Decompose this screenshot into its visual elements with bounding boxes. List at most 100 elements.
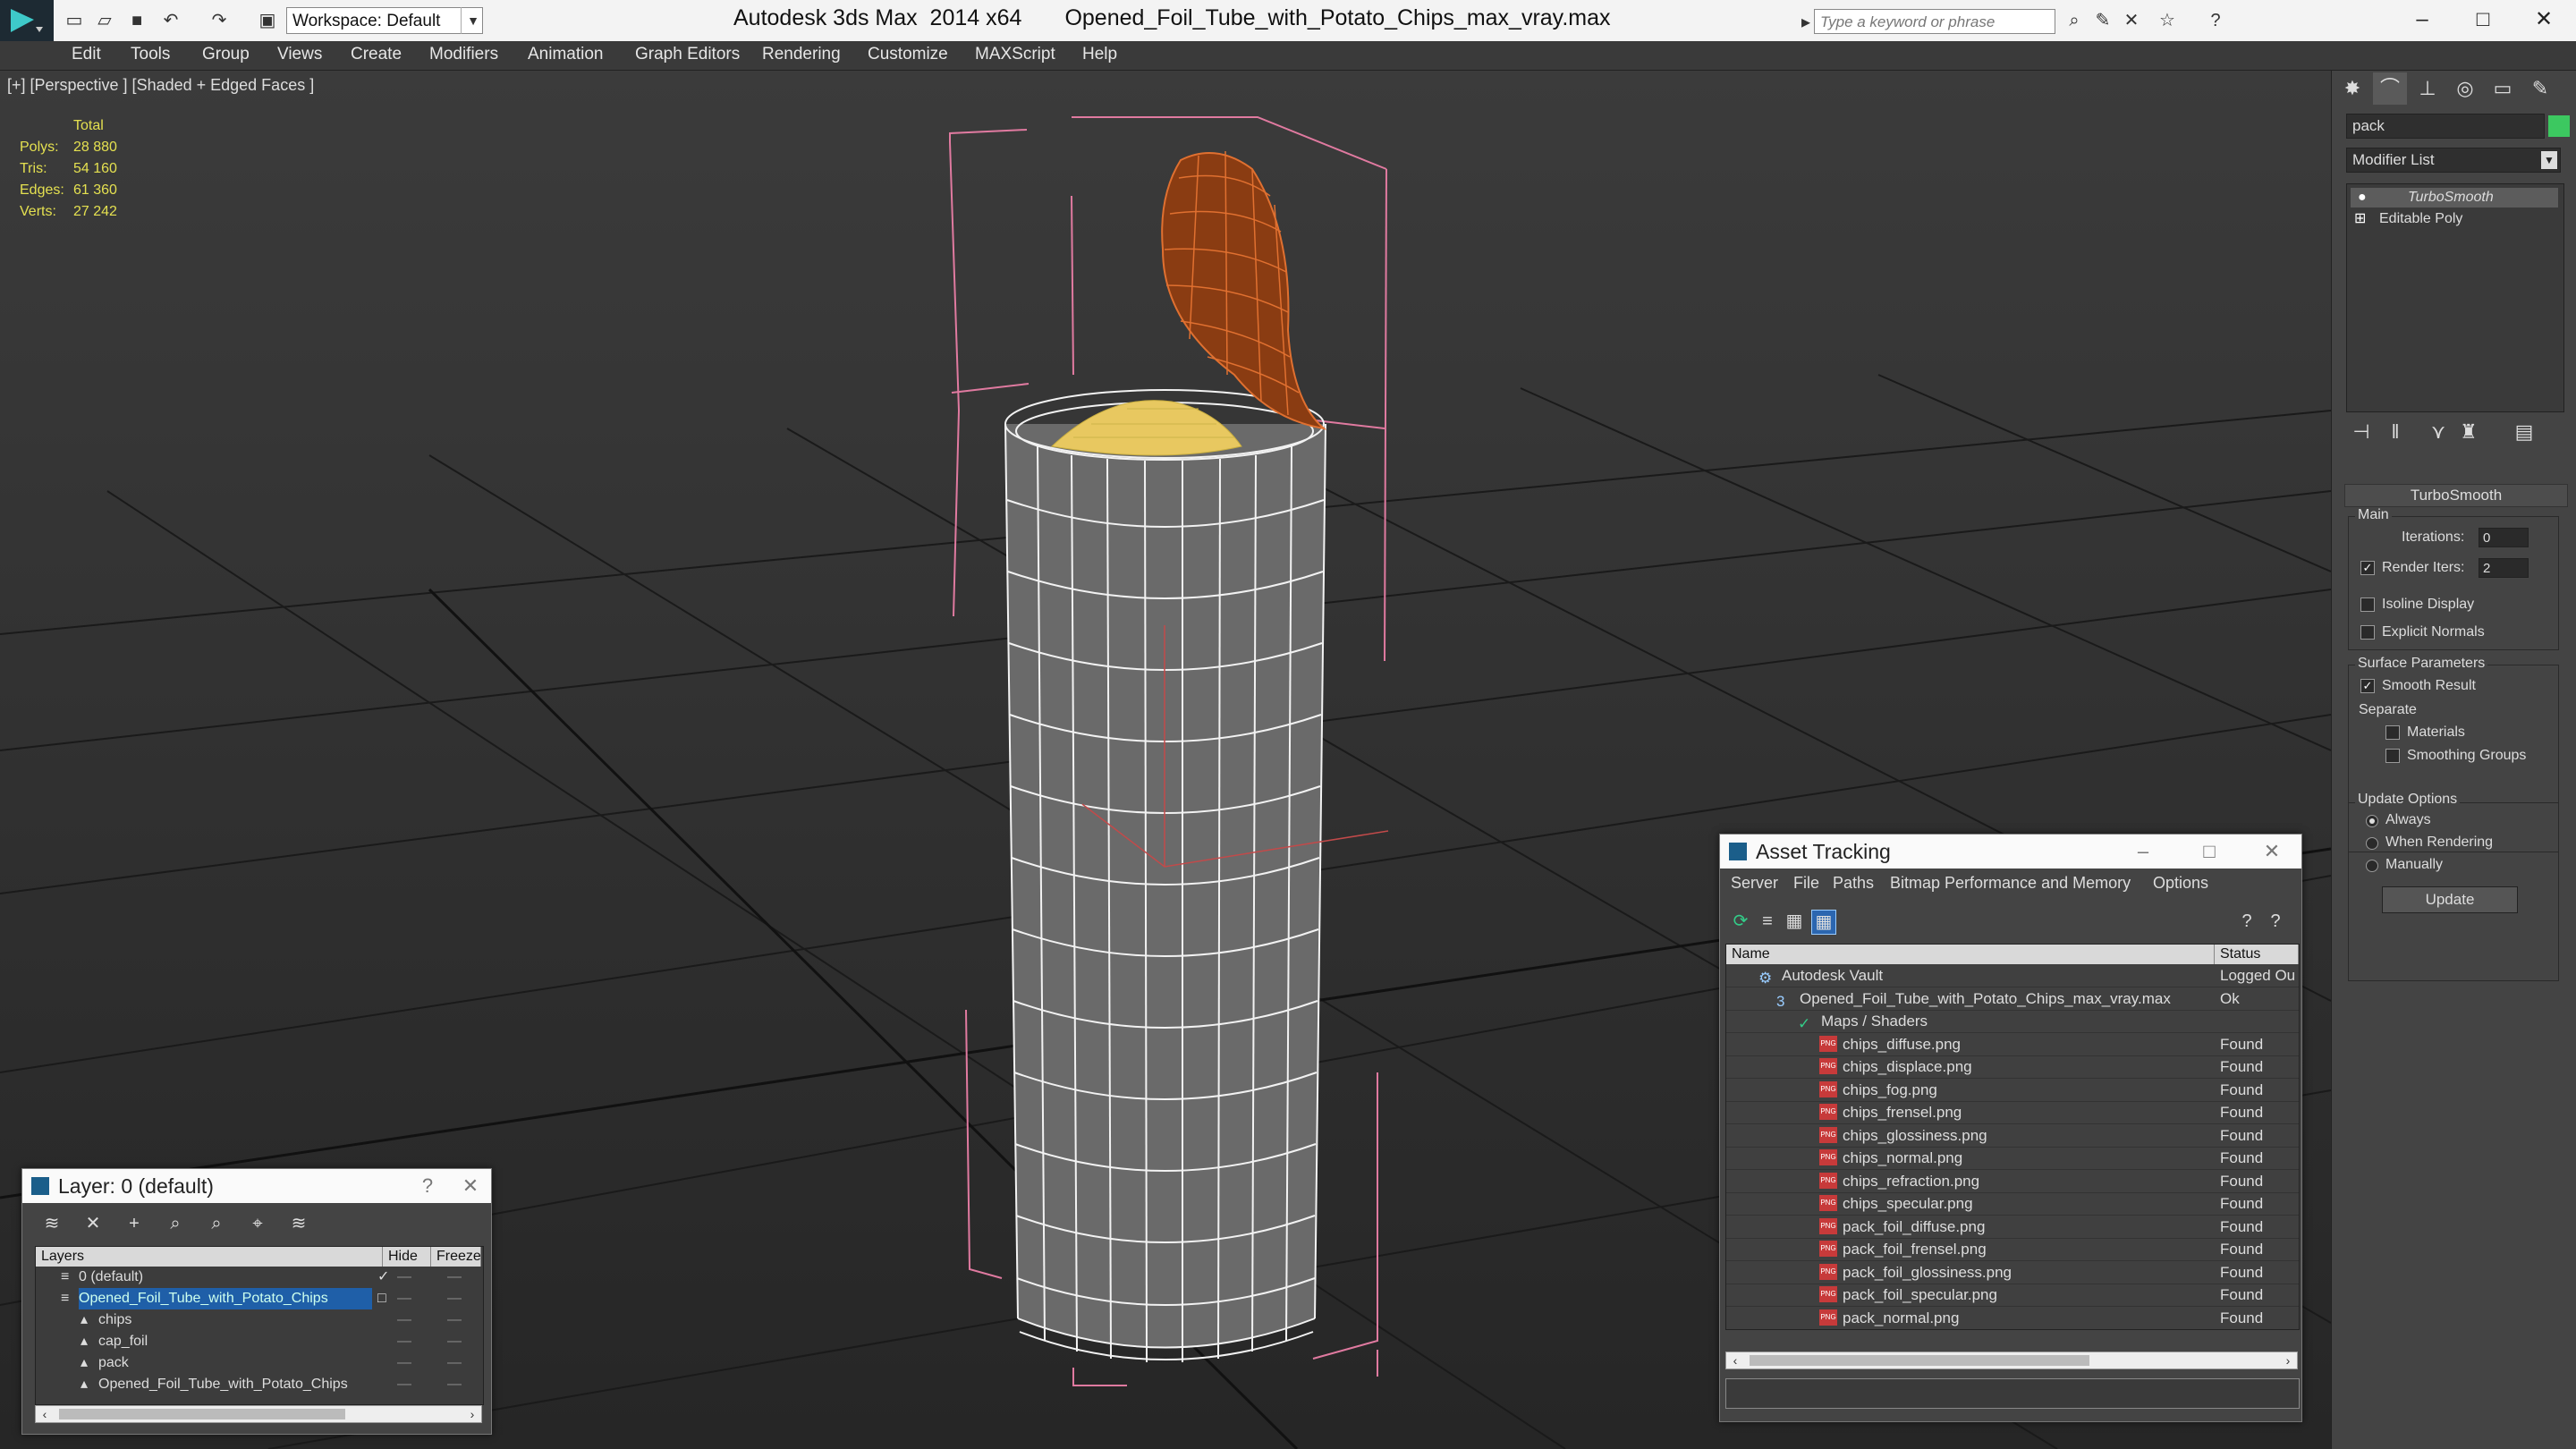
hierarchy-tab-icon[interactable]: ⊥ (2411, 72, 2445, 105)
help-icon[interactable]: ? (2235, 910, 2258, 933)
maximize-icon[interactable]: □ (2192, 835, 2226, 869)
menu-maxscript[interactable]: MAXScript (975, 45, 1055, 64)
layer-row[interactable]: ≡ 0 (default) — — ✓ (36, 1267, 481, 1288)
layer-row[interactable]: ▴ pack — — (36, 1352, 481, 1374)
col-hide[interactable]: Hide (383, 1247, 431, 1267)
asset-menu-file[interactable]: File (1793, 869, 1819, 897)
layer-row[interactable]: ▴ Opened_Foil_Tube_with_Potato_Chips — — (36, 1374, 481, 1395)
redo-icon[interactable]: ↷ (208, 9, 231, 32)
modify-tab-icon[interactable]: ⌒ (2373, 72, 2407, 105)
viewport-label[interactable]: [+] [Perspective ] [Shaded + Edged Faces… (7, 76, 314, 95)
hide-toggle[interactable]: — (397, 1352, 411, 1374)
minimize-icon[interactable]: – (2126, 835, 2160, 869)
info-icon[interactable]: ? (2264, 910, 2287, 933)
close-icon[interactable]: ✕ (2255, 835, 2289, 869)
menu-rendering[interactable]: Rendering (762, 45, 841, 64)
asset-row[interactable]: ✓ Maps / Shaders (1726, 1010, 2299, 1033)
update-button[interactable]: Update (2382, 886, 2518, 913)
asset-row[interactable]: PNG pack_foil_glossiness.png Found (1726, 1261, 2299, 1284)
asset-row[interactable]: PNG chips_specular.png Found (1726, 1192, 2299, 1216)
asset-row[interactable]: 3 Opened_Foil_Tube_with_Potato_Chips_max_… (1726, 987, 2299, 1011)
freeze-toggle[interactable]: — (447, 1288, 462, 1309)
highlight-layer-icon[interactable]: ⌖ (246, 1212, 269, 1235)
select-layer-icon[interactable]: ⌕ (205, 1212, 228, 1235)
asset-row[interactable]: PNG chips_normal.png Found (1726, 1147, 2299, 1170)
menu-graph-editors[interactable]: Graph Editors (635, 45, 740, 64)
iterations-spinner[interactable]: 0 (2479, 528, 2529, 547)
col-freeze[interactable]: Freeze (431, 1247, 481, 1267)
chevron-down-icon[interactable]: ▼ (461, 7, 485, 34)
make-current-box-icon[interactable]: □ (377, 1288, 386, 1309)
close-icon[interactable]: ✕ (2519, 4, 2569, 36)
list-view-icon[interactable]: ≡ (1756, 910, 1779, 933)
manually-radio[interactable] (2366, 860, 2378, 872)
freeze-toggle[interactable]: — (447, 1374, 462, 1395)
asset-menu-server[interactable]: Server (1731, 869, 1778, 897)
layer-row[interactable]: ▴ cap_foil — — (36, 1331, 481, 1352)
new-file-icon[interactable]: ▭ (63, 9, 86, 32)
save-file-icon[interactable]: ■ (125, 9, 148, 32)
freeze-toggle[interactable]: — (447, 1267, 462, 1288)
freeze-toggle[interactable]: — (447, 1331, 462, 1352)
scroll-left-icon[interactable]: ‹ (36, 1406, 54, 1422)
scroll-thumb[interactable] (59, 1409, 345, 1419)
scroll-right-icon[interactable]: › (463, 1406, 481, 1422)
render-iters-checkbox[interactable]: ✓ (2360, 561, 2375, 575)
render-iters-spinner[interactable]: 2 (2479, 558, 2529, 578)
asset-row[interactable]: PNG chips_diffuse.png Found (1726, 1033, 2299, 1056)
asset-row[interactable]: PNG chips_refraction.png Found (1726, 1170, 2299, 1193)
always-radio[interactable] (2366, 815, 2378, 827)
communication-icon[interactable]: ✕ (2120, 9, 2143, 32)
select-objects-icon[interactable]: ⌕ (164, 1212, 187, 1235)
asset-row[interactable]: PNG chips_displace.png Found (1726, 1055, 2299, 1079)
subscription-icon[interactable]: ✎ (2091, 9, 2114, 32)
layer-settings-icon[interactable]: ≋ (40, 1212, 64, 1235)
minimize-icon[interactable]: – (2397, 4, 2447, 36)
asset-path-field[interactable] (1725, 1378, 2300, 1409)
current-layer-check-icon[interactable]: ✓ (377, 1267, 389, 1288)
col-layers[interactable]: Layers (36, 1247, 383, 1267)
smooth-result-checkbox[interactable]: ✓ (2360, 679, 2375, 693)
hide-toggle[interactable]: — (397, 1288, 411, 1309)
expand-plus-icon[interactable]: ⊞ (2354, 209, 2366, 229)
asset-row[interactable]: PNG pack_foil_frensel.png Found (1726, 1238, 2299, 1261)
create-tab-icon[interactable]: ✸ (2335, 72, 2369, 105)
menu-customize[interactable]: Customize (868, 45, 948, 64)
freeze-toggle[interactable]: — (447, 1352, 462, 1374)
show-end-result-icon[interactable]: ‖ (2378, 416, 2412, 448)
asset-row[interactable]: PNG pack_foil_diffuse.png Found (1726, 1216, 2299, 1239)
asset-row[interactable]: PNG pack_normal.png Found (1726, 1307, 2299, 1329)
menu-views[interactable]: Views (277, 45, 322, 64)
maximize-icon[interactable]: □ (2458, 4, 2508, 36)
layer-window-titlebar[interactable]: Layer: 0 (default) ? ✕ (22, 1169, 491, 1203)
motion-tab-icon[interactable]: ◎ (2448, 72, 2482, 105)
pin-stack-icon[interactable]: ⊣ (2344, 416, 2378, 448)
asset-row[interactable]: PNG chips_frensel.png Found (1726, 1101, 2299, 1124)
hide-toggle[interactable]: — (397, 1374, 411, 1395)
explicit-normals-checkbox[interactable] (2360, 625, 2375, 640)
menu-edit[interactable]: Edit (72, 45, 101, 64)
menu-modifiers[interactable]: Modifiers (429, 45, 498, 64)
object-name-input[interactable]: pack (2346, 114, 2545, 139)
scroll-right-icon[interactable]: › (2279, 1352, 2297, 1368)
menu-create[interactable]: Create (351, 45, 402, 64)
asset-row[interactable]: PNG chips_fog.png Found (1726, 1079, 2299, 1102)
isoline-checkbox[interactable] (2360, 597, 2375, 612)
thumbnail-view-icon[interactable]: ▦ (1783, 910, 1806, 933)
hide-all-layers-icon[interactable]: ≋ (287, 1212, 310, 1235)
asset-menu-paths[interactable]: Paths (1833, 869, 1874, 897)
freeze-toggle[interactable]: — (447, 1309, 462, 1331)
search-input[interactable]: Type a keyword or phrase (1814, 9, 2055, 34)
binoculars-icon[interactable]: ⌕ (2063, 9, 2086, 32)
close-icon[interactable]: ✕ (453, 1169, 487, 1203)
scroll-left-icon[interactable]: ‹ (1726, 1352, 1744, 1368)
stack-item-editable-poly[interactable]: ⊞ Editable Poly (2351, 209, 2558, 229)
display-tab-icon[interactable]: ▭ (2486, 72, 2520, 105)
configure-sets-icon[interactable]: ▤ (2507, 416, 2541, 448)
turbosmooth-rollout-title[interactable]: TurboSmooth (2344, 484, 2568, 507)
layer-scrollbar[interactable]: ‹ › (35, 1405, 482, 1423)
materials-checkbox[interactable] (2385, 725, 2400, 740)
asset-window-titlebar[interactable]: Asset Tracking – □ ✕ (1720, 835, 2301, 869)
project-folder-icon[interactable]: ▣ (256, 9, 279, 32)
help-icon[interactable]: ? (2204, 9, 2227, 32)
